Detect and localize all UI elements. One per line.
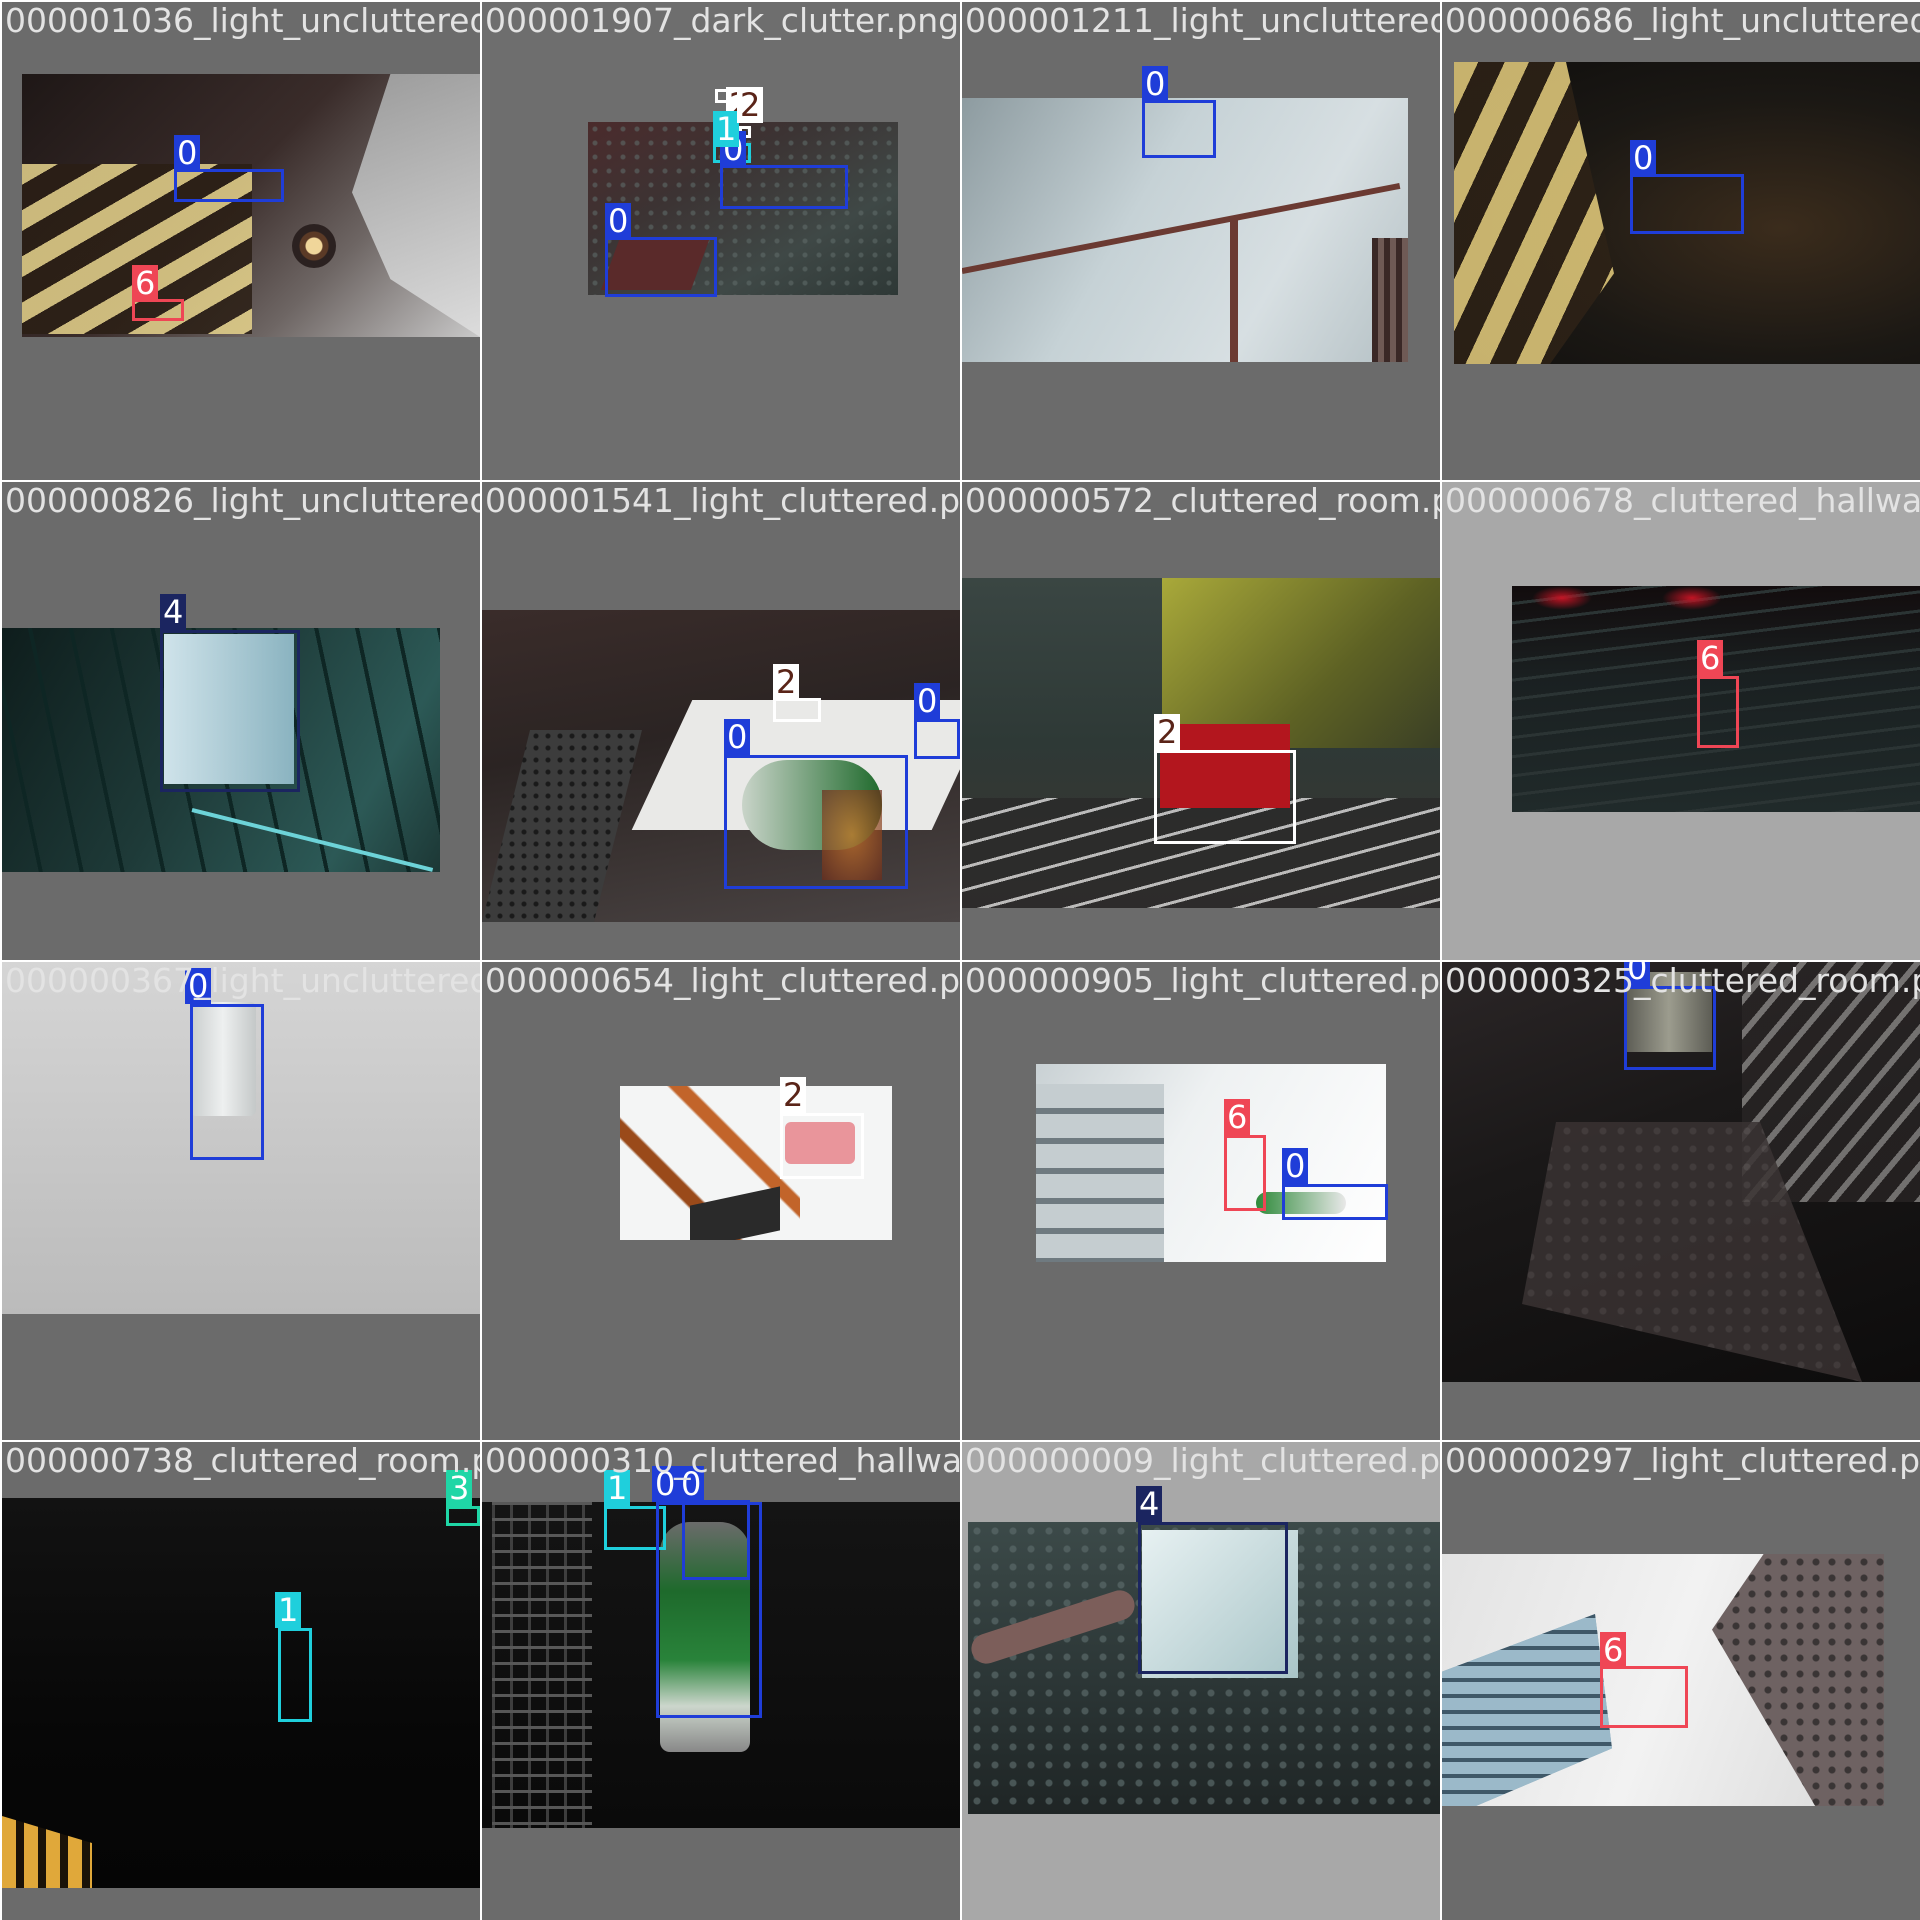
tile-filename: 000000738_cluttered_room.png xyxy=(5,1442,480,1480)
tile[interactable]: 0 000000686_light_uncluttered.png xyxy=(1442,2,1920,480)
tile-filename: 000000310_cluttered_hallway.png xyxy=(485,1442,960,1480)
class-label: 6 xyxy=(1697,640,1724,676)
class-label: 1 xyxy=(275,1592,302,1628)
class-label: 4 xyxy=(1136,1486,1163,1522)
tile-filename: 000001211_light_uncluttered.png xyxy=(965,2,1440,40)
bbox[interactable] xyxy=(446,1506,480,1526)
bbox[interactable] xyxy=(1142,100,1216,158)
class-label: 0 xyxy=(914,683,941,719)
class-label: 0 xyxy=(1282,1148,1309,1184)
tile-image xyxy=(1036,1064,1386,1262)
class-label: 0 xyxy=(1142,66,1169,102)
tile-filename: 000001036_light_uncluttered.png xyxy=(5,2,480,40)
tile-filename: 000001541_light_cluttered.png xyxy=(485,482,960,520)
tile-filename: 000000678_cluttered_hallway.png xyxy=(1445,482,1920,520)
class-label: 2 xyxy=(737,87,764,123)
class-label: 1 xyxy=(713,111,740,147)
tile[interactable]: 0 000000325_cluttered_room.png xyxy=(1442,962,1920,1440)
tile[interactable]: 4 000000826_light_uncluttered.png xyxy=(2,482,480,960)
tile-filename: 000000009_light_cluttered.png xyxy=(965,1442,1440,1480)
tile-filename: 000000572_cluttered_room.png xyxy=(965,482,1440,520)
bbox[interactable] xyxy=(724,755,908,889)
tile-filename: 000000367_light_uncluttered.png xyxy=(5,962,480,1000)
tile-filename: 000000826_light_uncluttered.png xyxy=(5,482,480,520)
tile-image xyxy=(2,1498,480,1888)
tile[interactable]: 0 000001211_light_uncluttered.png xyxy=(962,2,1440,480)
tile[interactable]: 1 3 000000738_cluttered_room.png xyxy=(2,1442,480,1920)
tile[interactable]: 2 000000654_light_cluttered.png xyxy=(482,962,960,1440)
class-label: 2 xyxy=(773,664,800,700)
tile-filename: 000001907_dark_clutter.png xyxy=(485,2,960,40)
bbox[interactable] xyxy=(682,1500,750,1580)
tile[interactable]: 0 0 2 1 2 000001907_dark_clutter.png xyxy=(482,2,960,480)
bbox[interactable] xyxy=(1630,174,1744,234)
tile-filename: 000000325_cluttered_room.png xyxy=(1445,962,1920,1000)
class-label: 0 xyxy=(1630,140,1657,176)
tile-filename: 000000905_light_cluttered.png xyxy=(965,962,1440,1000)
mosaic-grid: 0 6 000001036_light_uncluttered.png 0 0 … xyxy=(0,0,1920,1920)
class-label: 0 xyxy=(605,203,632,239)
tile[interactable]: 2 000000572_cluttered_room.png xyxy=(962,482,1440,960)
bbox[interactable] xyxy=(914,719,960,759)
bbox[interactable] xyxy=(1697,676,1739,748)
bbox[interactable] xyxy=(190,1004,264,1160)
bbox[interactable] xyxy=(132,299,184,321)
bbox[interactable] xyxy=(1282,1184,1388,1220)
bbox[interactable] xyxy=(720,165,848,209)
tile[interactable]: 2 0 0 000001541_light_cluttered.png xyxy=(482,482,960,960)
bbox[interactable] xyxy=(160,630,300,792)
bbox[interactable] xyxy=(1224,1135,1266,1211)
class-label: 6 xyxy=(132,265,159,301)
tile-filename: 000000654_light_cluttered.png xyxy=(485,962,960,1000)
tile[interactable]: 1 0 0 000000310_cluttered_hallway.png xyxy=(482,1442,960,1920)
tile-filename: 000000297_light_cluttered.png xyxy=(1445,1442,1920,1480)
bbox[interactable] xyxy=(1600,1666,1688,1728)
class-label: 2 xyxy=(780,1077,807,1113)
tile[interactable]: 4 000000009_light_cluttered.png xyxy=(962,1442,1440,1920)
class-label: 0 xyxy=(724,719,751,755)
tile[interactable]: 6 000000678_cluttered_hallway.png xyxy=(1442,482,1920,960)
class-label: 6 xyxy=(1600,1632,1627,1668)
class-label: 2 xyxy=(1154,714,1181,750)
bbox[interactable] xyxy=(780,1113,864,1179)
class-label: 6 xyxy=(1224,1099,1251,1135)
tile-image xyxy=(22,74,480,337)
tile[interactable]: 6 000000297_light_cluttered.png xyxy=(1442,1442,1920,1920)
bbox[interactable] xyxy=(1138,1522,1288,1674)
class-label: 0 xyxy=(174,135,201,171)
bbox[interactable] xyxy=(1154,750,1296,844)
bbox[interactable] xyxy=(605,237,717,297)
tile[interactable]: 0 6 000001036_light_uncluttered.png xyxy=(2,2,480,480)
tile[interactable]: 0 000000367_light_uncluttered.png xyxy=(2,962,480,1440)
tile-image xyxy=(962,578,1440,908)
bbox[interactable] xyxy=(174,169,284,202)
bbox[interactable] xyxy=(278,1628,312,1722)
tile[interactable]: 6 0 000000905_light_cluttered.png xyxy=(962,962,1440,1440)
bbox[interactable] xyxy=(773,698,821,722)
tile-filename: 000000686_light_uncluttered.png xyxy=(1445,2,1920,40)
class-label: 4 xyxy=(160,594,187,630)
